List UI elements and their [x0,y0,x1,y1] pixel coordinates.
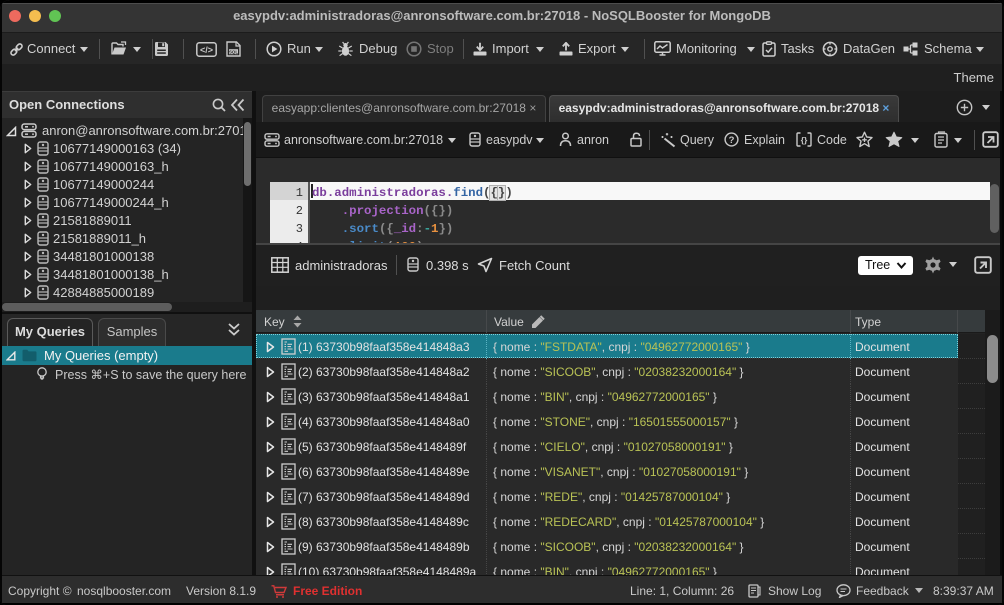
svg-text:{}: {} [801,135,808,145]
svg-text:?: ? [729,135,735,146]
svg-text:SQL: SQL [229,49,238,54]
svg-text:</>: </> [200,45,213,55]
